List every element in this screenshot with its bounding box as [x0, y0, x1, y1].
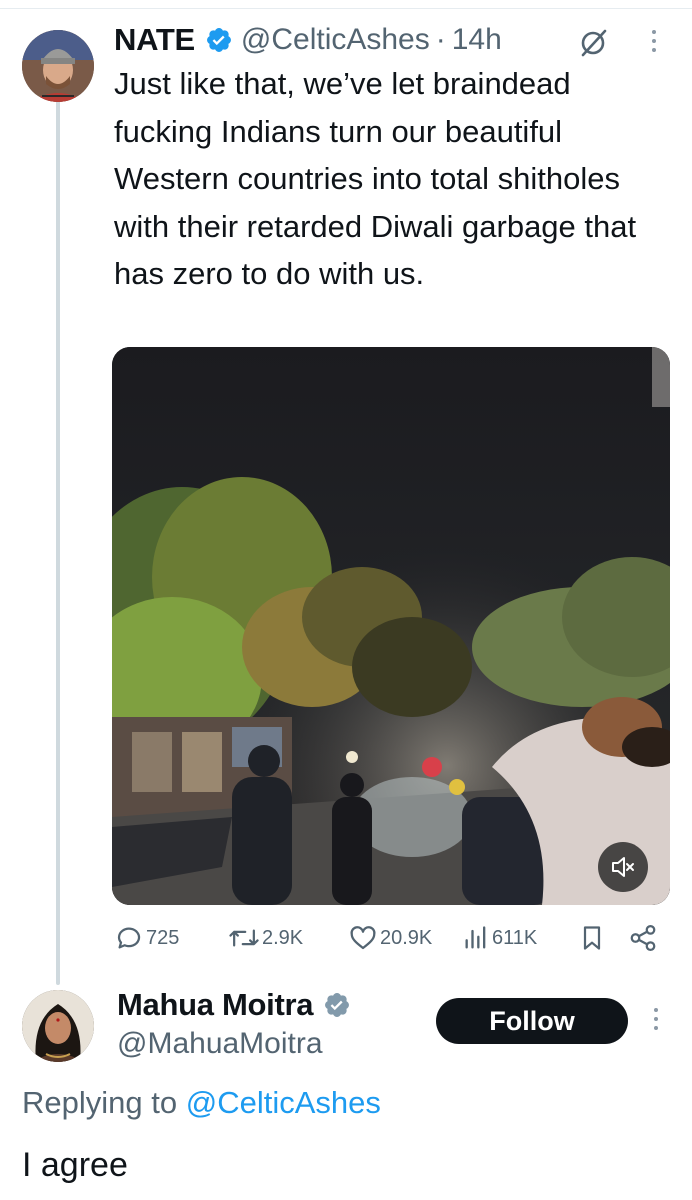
views-icon: [465, 926, 486, 949]
more-vertical-icon[interactable]: [652, 1008, 660, 1036]
views-action[interactable]: 611K: [462, 920, 537, 956]
reply-author-row: Mahua Moitra: [117, 985, 359, 1025]
avatar-image: [22, 30, 94, 102]
replying-to-line: Replying to @CelticAshes: [22, 1085, 381, 1121]
replying-prefix: Replying to: [22, 1085, 178, 1120]
replying-mention[interactable]: @CelticAshes: [186, 1085, 381, 1120]
reply-avatar[interactable]: [22, 990, 94, 1062]
like-count: 20.9K: [380, 926, 433, 949]
verified-badge-icon: [206, 28, 231, 52]
separator-dot: ·: [435, 23, 446, 56]
tweet-video[interactable]: [112, 347, 670, 905]
video-thumbnail: [112, 347, 670, 905]
timestamp[interactable]: 14h: [452, 23, 502, 57]
avatar[interactable]: [22, 30, 94, 102]
comment-icon: [117, 927, 141, 949]
avatar-image: [22, 990, 94, 1062]
mute-button[interactable]: [598, 842, 648, 892]
top-divider: [0, 8, 692, 9]
tweet-text: Just like that, we’ve let braindead fuck…: [114, 66, 637, 291]
more-vertical-icon[interactable]: [650, 30, 658, 58]
repost-icon: [229, 929, 259, 947]
share-action[interactable]: [628, 920, 658, 956]
repost-action[interactable]: 2.9K: [228, 920, 303, 956]
author-name[interactable]: NATE: [114, 22, 195, 58]
share-icon: [630, 925, 656, 951]
view-count: 611K: [492, 926, 538, 949]
reply-author-handle[interactable]: @MahuaMoitra: [117, 1027, 323, 1061]
follow-button[interactable]: Follow: [436, 998, 628, 1044]
like-action[interactable]: 20.9K: [348, 920, 432, 956]
author-handle[interactable]: @CelticAshes: [241, 23, 430, 57]
bookmark-action[interactable]: [578, 920, 606, 956]
bookmark-icon: [583, 926, 601, 950]
thread-connector: [56, 100, 60, 985]
repost-count: 2.9K: [262, 926, 304, 949]
reply-action[interactable]: 725: [114, 920, 179, 956]
speaker-muted-icon: [612, 857, 634, 877]
tweet-header: NATE @CelticAshes · 14h: [114, 22, 502, 58]
verified-badge-icon: [325, 993, 350, 1017]
reply-author-name[interactable]: Mahua Moitra: [117, 987, 314, 1023]
reply-text: I agree: [22, 1146, 128, 1184]
reply-count: 725: [146, 926, 180, 949]
heart-icon: [350, 926, 376, 950]
action-bar: 725 2.9K 20.9K 611K: [112, 920, 672, 956]
grok-icon[interactable]: [578, 28, 608, 58]
